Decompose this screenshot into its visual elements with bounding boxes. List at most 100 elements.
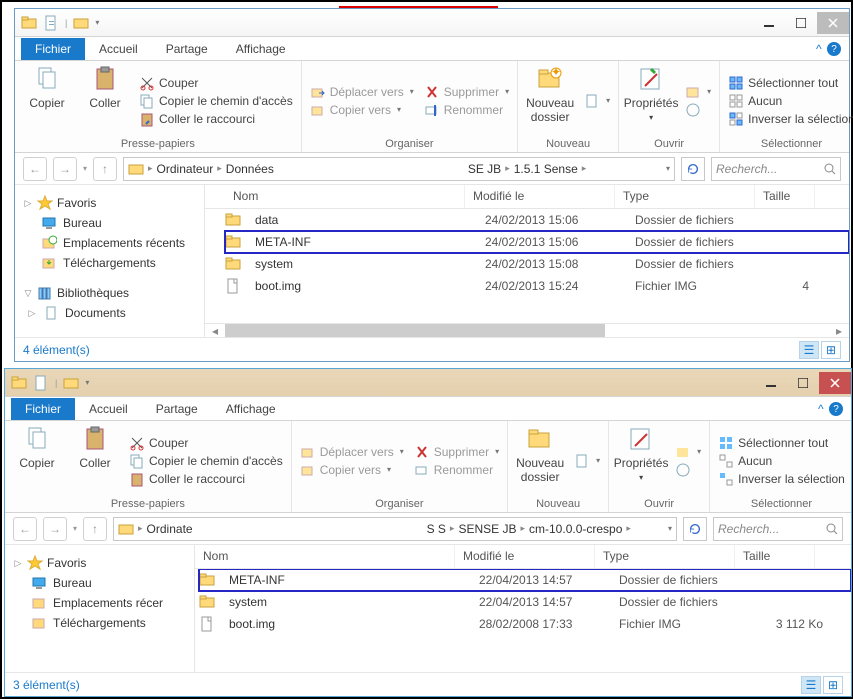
close-button[interactable] [817,12,849,34]
ribbon-expand[interactable]: ^ ? [810,398,851,420]
tab-home[interactable]: Accueil [75,398,142,420]
nav-bar: ← → ▾ ↑ ▸Ordinateur ▸Données SE JB ▸1.5.… [15,153,849,185]
sidebar-desktop[interactable]: Bureau [9,573,190,593]
copy-path-button[interactable]: Copier le chemin d'accès [139,93,293,109]
minimize-button[interactable] [755,372,787,394]
search-input[interactable]: Recherch... [713,517,843,541]
help-icon[interactable]: ? [829,402,843,416]
select-none-button[interactable]: Aucun [728,93,853,109]
sidebar-downloads[interactable]: Téléchargements [9,613,190,633]
tab-file[interactable]: Fichier [21,38,85,60]
search-input[interactable]: Recherch... [711,157,841,181]
qat-dropdown-icon[interactable]: ▾ [95,18,99,27]
file-row[interactable]: boot.img24/02/2013 15:24Fichier IMG4 [225,275,849,297]
up-button[interactable]: ↑ [93,157,117,181]
new-doc-icon[interactable] [43,15,59,31]
maximize-button[interactable] [785,12,817,34]
refresh-button[interactable] [683,517,707,541]
copy-button[interactable]: Copier [23,65,71,136]
cut-button[interactable]: Couper [139,75,293,91]
history-dropdown-icon[interactable]: ▾ [73,524,77,533]
select-none-button[interactable]: Aucun [718,453,845,469]
select-all-button[interactable]: Sélectionner tout [718,435,845,451]
delete-button[interactable]: Supprimer▾ [424,84,509,100]
favorites-header[interactable]: ▷Favoris [9,553,190,573]
cut-button[interactable]: Couper [129,435,283,451]
sidebar-desktop[interactable]: Bureau [19,213,200,233]
file-row[interactable]: META-INF22/04/2013 14:57Dossier de fichi… [199,569,851,591]
crumb-dropdown-icon[interactable]: ▾ [668,524,672,533]
view-icons-button[interactable]: ⊞ [821,341,841,359]
column-headers[interactable]: Nom Modifié le Type Taille [205,185,849,209]
invert-selection-button[interactable]: Inverser la sélection [718,471,845,487]
paste-shortcut-button[interactable]: Coller le raccourci [129,471,283,487]
titlebar[interactable]: | ▾ [5,369,851,397]
properties-button[interactable]: Propriétés▾ [627,65,675,136]
ribbon-expand[interactable]: ^ ? [808,38,849,60]
new-item-button[interactable]: ▾ [574,453,600,469]
tab-file[interactable]: Fichier [11,398,75,420]
sidebar-downloads[interactable]: Téléchargements [19,253,200,273]
delete-button[interactable]: Supprimer▾ [414,444,499,460]
new-doc-icon[interactable] [33,375,49,391]
h-scrollbar[interactable]: ◂▸ [205,323,849,337]
tab-view[interactable]: Affichage [222,38,300,60]
forward-button[interactable]: → [43,517,67,541]
close-button[interactable] [819,372,851,394]
paste-shortcut-button[interactable]: Coller le raccourci [139,111,293,127]
tab-share[interactable]: Partage [152,38,222,60]
tab-share[interactable]: Partage [142,398,212,420]
titlebar[interactable]: | ▾ [15,9,849,37]
file-row[interactable]: META-INF24/02/2013 15:06Dossier de fichi… [225,231,849,253]
qat-separator: | [65,18,67,28]
new-folder-button[interactable]: ✦Nouveau dossier [526,65,574,136]
refresh-button[interactable] [681,157,705,181]
breadcrumb[interactable]: ▸Ordinate S S ▸SENSE JB ▸cm-10.0.0-cresp… [113,517,677,541]
folder-icon [63,375,79,391]
copy-button[interactable]: Copier [13,425,61,496]
column-headers[interactable]: Nom Modifié le Type Taille [195,545,851,569]
view-details-button[interactable]: ☰ [801,676,821,694]
up-button[interactable]: ↑ [83,517,107,541]
help-icon[interactable]: ? [827,42,841,56]
rename-button[interactable]: Renommer [414,462,499,478]
breadcrumb[interactable]: ▸Ordinateur ▸Données SE JB ▸1.5.1 Sense … [123,157,675,181]
view-details-button[interactable]: ☰ [799,341,819,359]
rename-button[interactable]: Renommer [424,102,509,118]
file-row[interactable]: system24/02/2013 15:08Dossier de fichier… [225,253,849,275]
move-to-button[interactable]: Déplacer vers▾ [300,444,404,460]
move-to-button[interactable]: Déplacer vers▾ [310,84,414,100]
copy-to-button[interactable]: Copier vers▾ [300,462,404,478]
select-all-button[interactable]: Sélectionner tout [728,75,853,91]
back-button[interactable]: ← [13,517,37,541]
qat-dropdown-icon[interactable]: ▾ [85,378,89,387]
file-row[interactable]: boot.img28/02/2008 17:33Fichier IMG3 112… [199,613,851,635]
new-item-button[interactable]: ▾ [584,93,610,109]
favorites-header[interactable]: ▷Favoris [19,193,200,213]
paste-button[interactable]: Coller [81,65,129,136]
back-button[interactable]: ← [23,157,47,181]
paste-button[interactable]: Coller [71,425,119,496]
sidebar-documents[interactable]: ▷Documents [19,303,200,323]
copy-path-button[interactable]: Copier le chemin d'accès [129,453,283,469]
invert-selection-button[interactable]: Inverser la sélection [728,111,853,127]
tab-view[interactable]: Affichage [212,398,290,420]
properties-button[interactable]: Propriétés▾ [617,425,665,496]
file-row[interactable]: data24/02/2013 15:06Dossier de fichiers [225,209,849,231]
downloads-icon [31,615,47,631]
view-icons-button[interactable]: ⊞ [823,676,843,694]
history-dropdown-icon[interactable]: ▾ [83,164,87,173]
maximize-button[interactable] [787,372,819,394]
file-row[interactable]: system22/04/2013 14:57Dossier de fichier… [199,591,851,613]
forward-button[interactable]: → [53,157,77,181]
minimize-button[interactable] [753,12,785,34]
open-button[interactable]: ▾ [685,84,711,100]
tab-home[interactable]: Accueil [85,38,152,60]
crumb-dropdown-icon[interactable]: ▾ [666,164,670,173]
copy-to-button[interactable]: Copier vers▾ [310,102,414,118]
history-button[interactable] [685,102,711,118]
sidebar-recent[interactable]: Emplacements récents [19,233,200,253]
sidebar-recent[interactable]: Emplacements récer [9,593,190,613]
new-folder-button[interactable]: Nouveau dossier [516,425,564,496]
libraries-header[interactable]: ▽Bibliothèques [19,283,200,303]
